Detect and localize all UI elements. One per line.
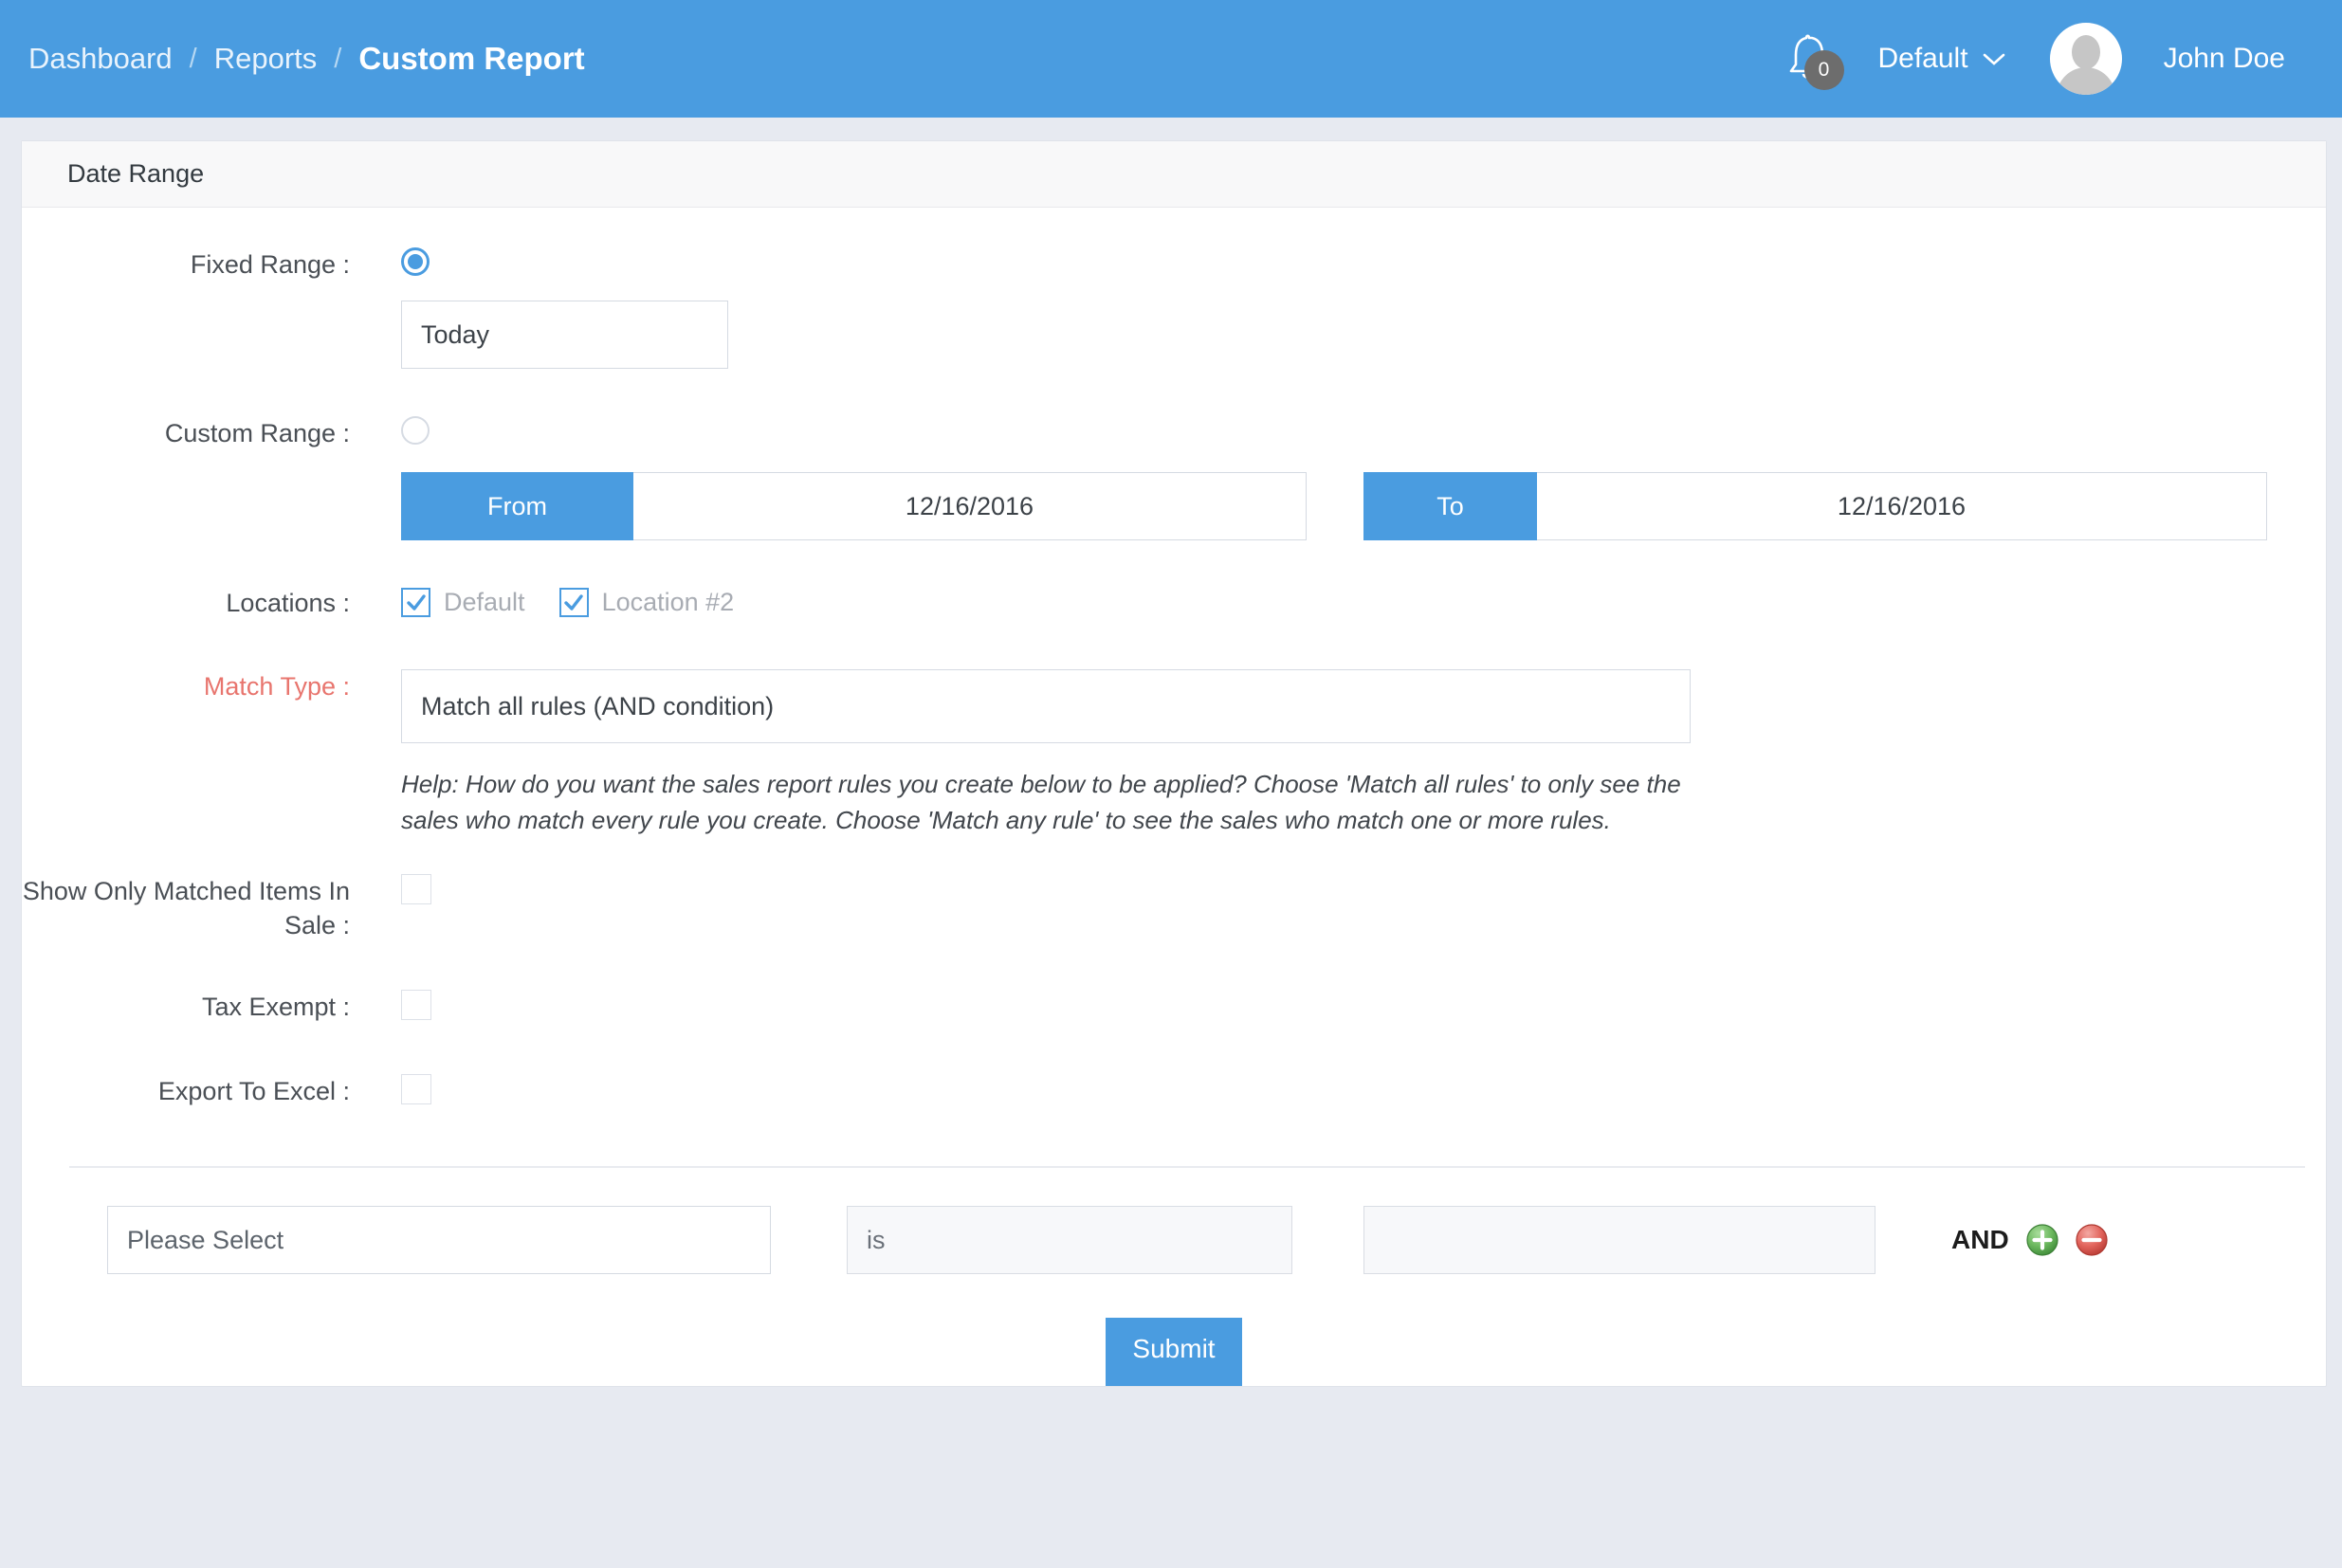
rule-operator-select[interactable]: is [847, 1206, 1292, 1274]
to-date-group: To 12/16/2016 [1363, 472, 2267, 540]
fixed-range-label: Fixed Range : [22, 247, 401, 282]
custom-range-label: Custom Range : [22, 416, 401, 450]
show-only-matched-control [401, 874, 2326, 909]
panel-header: Date Range [22, 141, 2326, 208]
store-selector-label: Default [1878, 43, 1968, 75]
chevron-down-icon [1982, 43, 2006, 75]
breadcrumb-item-dashboard[interactable]: Dashboard [28, 42, 173, 76]
user-name[interactable]: John Doe [2164, 43, 2285, 75]
location-2-checkbox[interactable] [559, 588, 589, 617]
plus-circle-icon[interactable] [2026, 1224, 2058, 1256]
location-default-label: Default [444, 588, 525, 617]
from-label: From [401, 472, 633, 540]
tax-exempt-row: Tax Exempt : [22, 942, 2326, 1025]
to-date-input[interactable]: 12/16/2016 [1537, 472, 2267, 540]
breadcrumb-separator: / [190, 44, 197, 75]
fixed-range-control: Today [401, 247, 2326, 369]
locations-label: Locations : [22, 586, 401, 620]
from-date-group: From 12/16/2016 [401, 472, 1307, 540]
to-date-value: 12/16/2016 [1838, 492, 1966, 521]
rule-value-input[interactable] [1363, 1206, 1875, 1274]
match-type-label: Match Type : [22, 669, 401, 703]
locations-row: Locations : Default Location #2 [22, 540, 2326, 620]
fixed-range-radio[interactable] [401, 247, 430, 276]
custom-range-fields: From 12/16/2016 To 12/16/2016 [401, 472, 2326, 540]
from-date-input[interactable]: 12/16/2016 [633, 472, 1307, 540]
match-type-help-text: Help: How do you want the sales report r… [401, 766, 1710, 838]
submit-area: Submit [22, 1274, 2326, 1386]
show-only-matched-label: Show Only Matched Items In Sale : [22, 874, 401, 942]
minus-circle-icon[interactable] [2076, 1224, 2108, 1256]
export-to-excel-control [401, 1074, 2326, 1109]
show-only-matched-checkbox[interactable] [401, 874, 431, 904]
avatar-body [2057, 67, 2115, 95]
match-type-value: Match all rules (AND condition) [421, 692, 774, 721]
header-actions: 0 Default John Doe [1768, 23, 2286, 95]
fixed-range-value: Today [421, 320, 489, 350]
export-to-excel-label: Export To Excel : [22, 1074, 401, 1108]
show-only-matched-row: Show Only Matched Items In Sale : [22, 838, 2326, 942]
match-type-row: Match Type : Match all rules (AND condit… [22, 620, 2326, 838]
custom-range-radio[interactable] [401, 416, 430, 445]
panel-title: Date Range [67, 159, 204, 189]
notifications-badge: 0 [1804, 50, 1844, 90]
fixed-range-row: Fixed Range : Today [22, 208, 2326, 369]
rule-field-placeholder: Please Select [127, 1226, 284, 1255]
rule-actions: AND [1951, 1224, 2108, 1256]
location-default-checkbox[interactable] [401, 588, 430, 617]
top-header-bar: Dashboard / Reports / Custom Report 0 De… [0, 0, 2342, 118]
from-date-value: 12/16/2016 [906, 492, 1034, 521]
rule-conjunction-label: AND [1951, 1225, 2009, 1255]
locations-control: Default Location #2 [401, 586, 2326, 617]
store-selector-dropdown[interactable]: Default [1878, 43, 2006, 75]
notifications-button[interactable]: 0 [1768, 26, 1850, 92]
custom-range-row: Custom Range : From 12/16/2016 To 12/16/… [22, 369, 2326, 540]
export-to-excel-checkbox[interactable] [401, 1074, 431, 1104]
export-to-excel-row: Export To Excel : [22, 1025, 2326, 1109]
fixed-range-select[interactable]: Today [401, 301, 728, 369]
tax-exempt-checkbox[interactable] [401, 990, 431, 1020]
panel-body: Fixed Range : Today Custom Range : From … [22, 208, 2326, 1386]
breadcrumb-item-reports[interactable]: Reports [214, 42, 318, 76]
rule-operator-value: is [867, 1226, 886, 1255]
to-label: To [1363, 472, 1537, 540]
rule-row: Please Select is AND [22, 1168, 2326, 1274]
breadcrumb-item-custom-report: Custom Report [358, 41, 584, 77]
rule-field-select[interactable]: Please Select [107, 1206, 771, 1274]
match-type-control: Match all rules (AND condition) Help: Ho… [401, 669, 2326, 838]
location-2-label: Location #2 [602, 588, 735, 617]
breadcrumb: Dashboard / Reports / Custom Report [28, 41, 585, 77]
breadcrumb-separator: / [334, 44, 341, 75]
custom-range-control: From 12/16/2016 To 12/16/2016 [401, 416, 2326, 540]
tax-exempt-label: Tax Exempt : [22, 990, 401, 1024]
date-range-panel: Date Range Fixed Range : Today Custom Ra… [21, 140, 2327, 1387]
avatar[interactable] [2050, 23, 2122, 95]
match-type-select[interactable]: Match all rules (AND condition) [401, 669, 1691, 743]
tax-exempt-control [401, 990, 2326, 1025]
submit-button[interactable]: Submit [1106, 1318, 1242, 1386]
avatar-head [2072, 35, 2100, 69]
